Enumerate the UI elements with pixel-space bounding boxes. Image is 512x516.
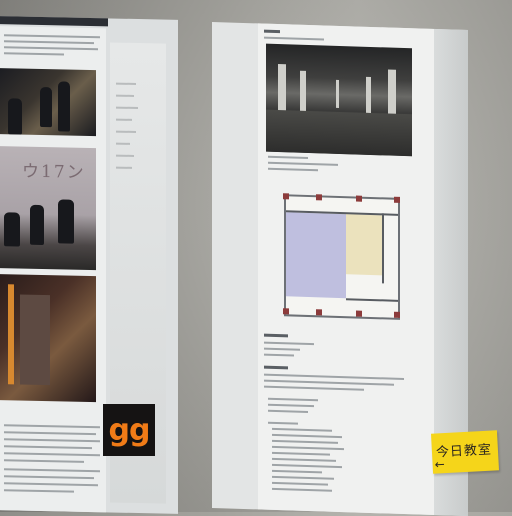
text-line (4, 445, 92, 450)
seated-figure (58, 199, 74, 244)
plan-pillar (283, 193, 289, 200)
figure (58, 81, 70, 132)
left-arrow-icon: ← (434, 457, 446, 472)
text-line (264, 347, 300, 351)
plan-pillar (316, 194, 322, 201)
text-line (4, 475, 94, 480)
text-line (264, 373, 404, 381)
plan-pillar (283, 308, 289, 315)
sidebar-line (116, 118, 132, 121)
text-line (4, 40, 94, 45)
graffiti-text: ウ17ン (22, 161, 86, 183)
sidebar-line (116, 130, 136, 133)
sidebar-line (116, 106, 138, 110)
text-line (264, 341, 314, 346)
text-line (268, 397, 318, 402)
red-stage-photo (0, 274, 96, 403)
plan-zone-yellow (340, 214, 382, 276)
text-line (4, 431, 96, 436)
text-line (268, 161, 338, 166)
sidebar-line (116, 166, 132, 169)
sidebar-line (116, 142, 130, 145)
text-line (4, 34, 100, 39)
hall-floor (266, 109, 412, 157)
plan-zone-purple (286, 212, 346, 299)
text-line (268, 167, 318, 172)
right-article-column (258, 23, 434, 515)
seated-figure (30, 204, 44, 246)
text-line (264, 379, 394, 386)
hall-column (336, 79, 339, 108)
section-heading (264, 365, 288, 370)
text-line (4, 424, 100, 429)
figure (8, 98, 22, 135)
empty-hall-photo (266, 43, 412, 157)
text-line (4, 46, 98, 51)
sticky-note: 今日教室 ← (430, 430, 500, 474)
left-header-bar (0, 16, 108, 27)
text-line (4, 482, 98, 487)
text-line (272, 427, 332, 432)
text-line (4, 459, 84, 463)
hall-column (366, 76, 371, 113)
light-streak (8, 284, 14, 385)
text-line (268, 421, 298, 425)
text-line (4, 438, 100, 443)
plan-wall (382, 213, 384, 284)
text-line (272, 451, 330, 456)
section-heading (264, 333, 288, 338)
plan-wall (346, 298, 398, 302)
text-line (4, 468, 100, 473)
text-line (268, 403, 314, 408)
plan-pillar (356, 310, 362, 317)
text-line (272, 475, 334, 480)
text-line (272, 481, 328, 486)
text-line (272, 457, 336, 462)
section-heading (264, 29, 280, 34)
text-line (272, 445, 344, 451)
gg-logo: gg (103, 404, 155, 456)
wall-panel (20, 294, 50, 386)
text-line (264, 385, 364, 391)
text-line (272, 463, 342, 469)
text-line (4, 452, 100, 457)
text-line (268, 155, 308, 159)
plan-pillar (356, 195, 362, 202)
graffiti-wall-photo: ウ17ン (0, 146, 96, 271)
text-line (268, 409, 308, 413)
text-line (4, 489, 74, 493)
plan-pillar (394, 311, 400, 318)
plan-pillar (316, 309, 322, 316)
plan-pillar (394, 196, 400, 203)
venue-floor-plan (283, 193, 400, 320)
text-line (264, 36, 324, 41)
sidebar-line (116, 154, 134, 157)
text-line (272, 433, 342, 439)
text-line (4, 52, 64, 56)
right-printout (212, 21, 468, 516)
figure (40, 86, 52, 128)
sidebar-line (116, 94, 134, 97)
seated-figure (4, 212, 20, 247)
text-line (272, 469, 322, 474)
text-line (264, 353, 294, 357)
sidebar-line (116, 82, 136, 85)
text-line (272, 487, 332, 492)
text-line (272, 439, 338, 444)
dark-performance-photo (0, 68, 96, 137)
